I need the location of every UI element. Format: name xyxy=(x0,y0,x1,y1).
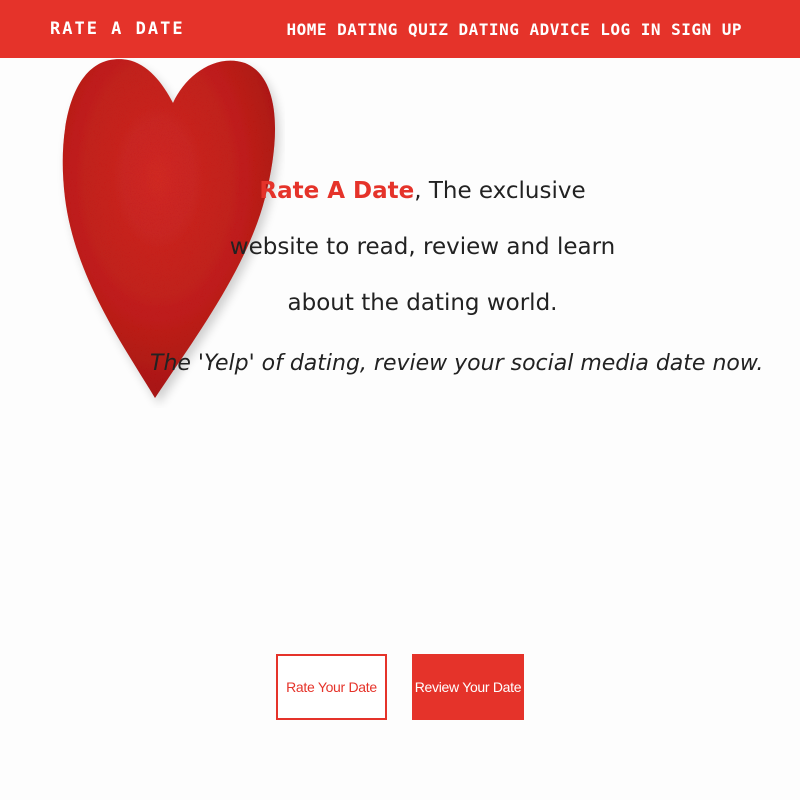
nav-links: HOME DATING QUIZ DATING ADVICE LOG IN SI… xyxy=(287,20,742,39)
review-your-date-button[interactable]: Review Your Date xyxy=(412,654,524,720)
page: RATE A DATE HOME DATING QUIZ DATING ADVI… xyxy=(0,0,800,800)
hero-tagline: Rate A Date, The exclusive website to re… xyxy=(228,163,618,331)
nav-home-link[interactable]: HOME xyxy=(287,20,328,39)
nav-log-in-link[interactable]: LOG IN xyxy=(600,20,661,39)
hero-subtagline: The 'Yelp' of dating, review your social… xyxy=(150,351,764,376)
nav-dating-quiz-link[interactable]: DATING QUIZ xyxy=(337,20,448,39)
hero-section: Rate A Date, The exclusive website to re… xyxy=(150,163,764,376)
brand-logo-link[interactable]: RATE A DATE xyxy=(50,19,185,39)
hero-brand-name: Rate A Date xyxy=(259,178,415,204)
nav-dating-advice-link[interactable]: DATING ADVICE xyxy=(459,20,591,39)
rate-your-date-button[interactable]: Rate Your Date xyxy=(276,654,387,720)
nav-sign-up-link[interactable]: SIGN UP xyxy=(671,20,742,39)
top-navbar: RATE A DATE HOME DATING QUIZ DATING ADVI… xyxy=(0,0,800,58)
